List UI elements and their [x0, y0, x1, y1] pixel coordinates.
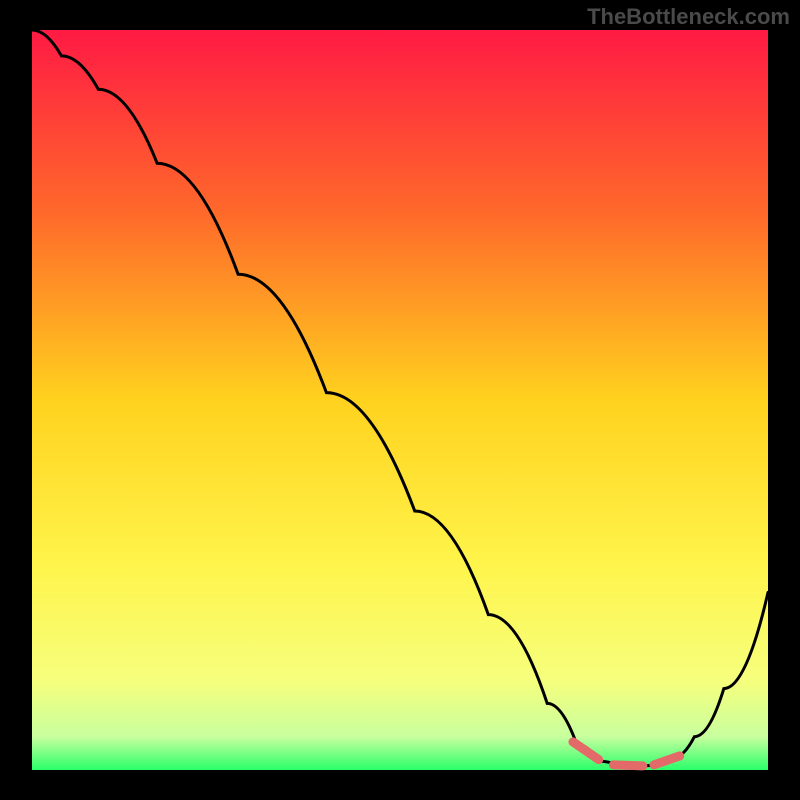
plot-background: [32, 30, 768, 770]
watermark-text: TheBottleneck.com: [587, 4, 790, 30]
chart-svg: [0, 0, 800, 800]
chart-container: TheBottleneck.com: [0, 0, 800, 800]
